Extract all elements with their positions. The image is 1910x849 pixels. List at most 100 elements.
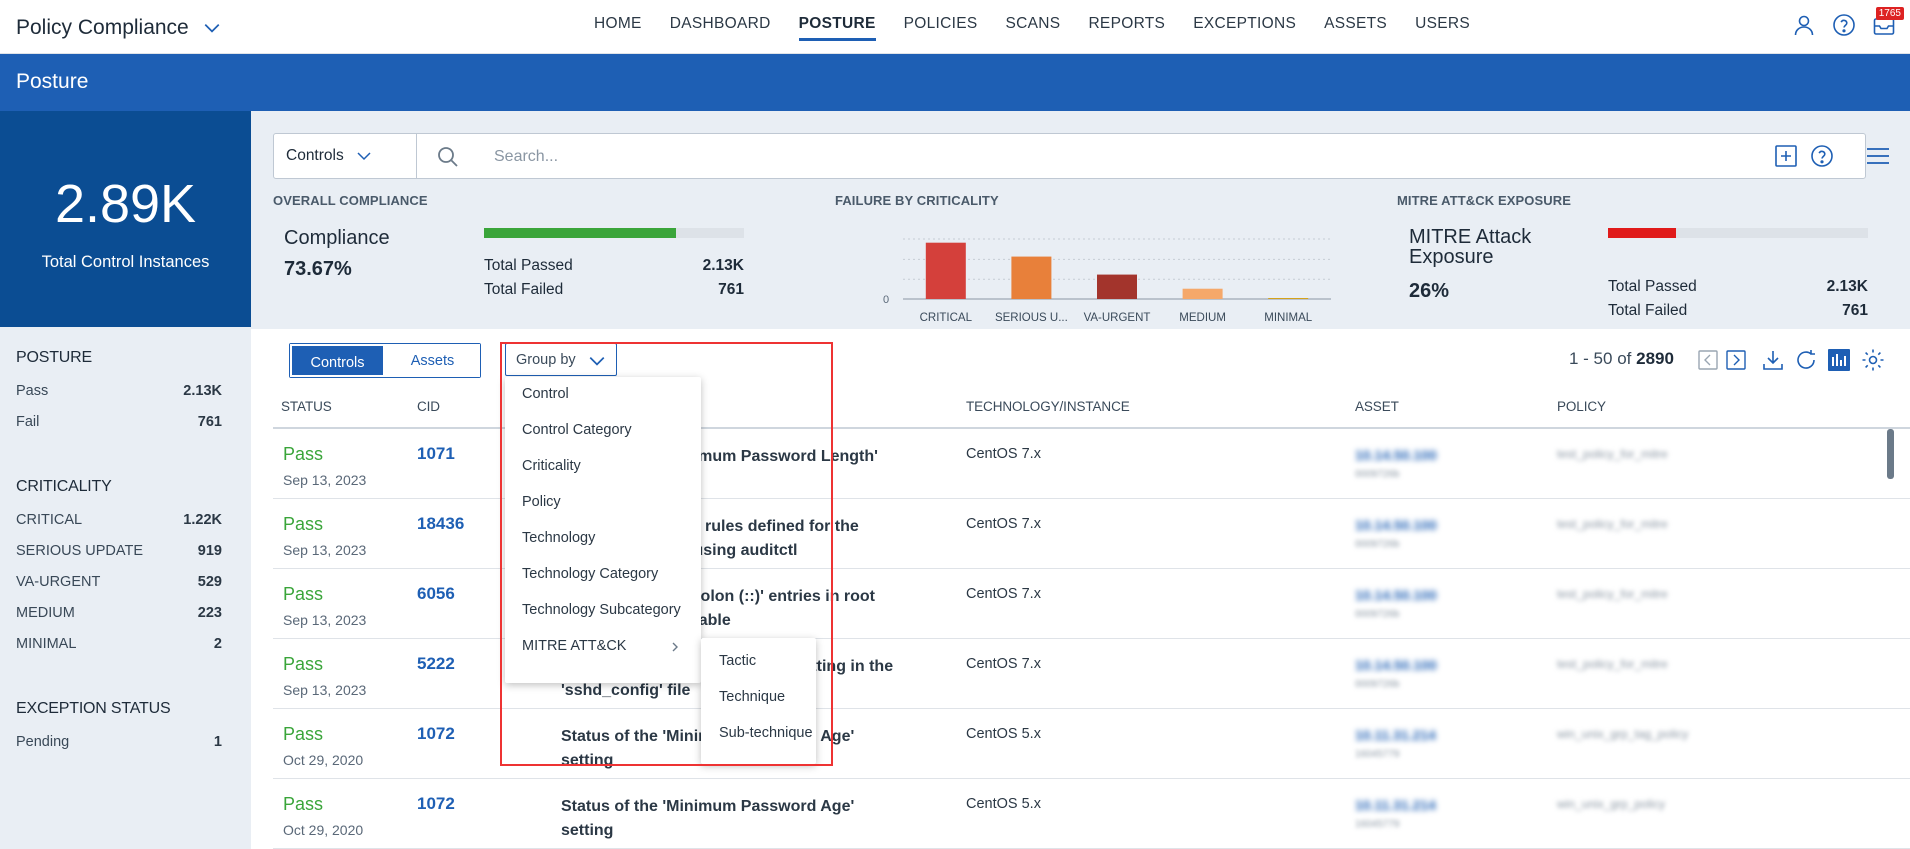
tab-controls[interactable]: Controls — [290, 344, 385, 377]
row-technology: CentOS 7.x — [966, 586, 1041, 602]
row-technology: CentOS 5.x — [966, 796, 1041, 812]
y-tick-label: 0 — [883, 294, 889, 306]
row-technology: CentOS 7.x — [966, 656, 1041, 672]
table-row[interactable]: Pass Oct 29, 2020 1072 Status of the 'Minim… — [273, 779, 1910, 849]
row-status: Pass — [283, 444, 324, 464]
row-asset-id: 0009726b — [1355, 609, 1400, 620]
row-status: Pass — [283, 654, 324, 674]
row-policy[interactable]: win_unix_grp_policy — [1557, 797, 1665, 811]
row-policy[interactable]: test_policy_for_mitre — [1557, 517, 1668, 531]
hamburger-menu-icon[interactable] — [1865, 144, 1891, 168]
filter-va-urgent[interactable]: VA-URGENT 529 — [16, 574, 222, 605]
exception-filter: EXCEPTION STATUS Pending 1 — [16, 700, 222, 765]
mitre-progress-fill — [1608, 228, 1676, 238]
add-filter-icon[interactable] — [1774, 144, 1798, 168]
nav-dashboard[interactable]: DASHBOARD — [656, 0, 785, 54]
row-date: Sep 13, 2023 — [283, 472, 367, 488]
row-cid-link[interactable]: 5222 — [417, 654, 455, 674]
row-cid-link[interactable]: 1072 — [417, 794, 455, 814]
search-scope-select[interactable]: Controls — [274, 134, 417, 178]
col-technology[interactable]: TECHNOLOGY/INSTANCE — [966, 399, 1130, 414]
page-banner: Posture — [0, 54, 1910, 111]
nav-exceptions[interactable]: EXCEPTIONS — [1179, 0, 1310, 54]
top-bar: Policy Compliance HOME DASHBOARD POSTURE… — [0, 0, 1910, 54]
user-icon[interactable] — [1792, 13, 1818, 39]
chevron-down-icon — [204, 24, 220, 33]
download-icon[interactable] — [1761, 348, 1785, 372]
row-status: Pass — [283, 514, 324, 534]
posture-heading: POSTURE — [16, 349, 92, 366]
search-bar: Controls — [273, 133, 1866, 179]
chart-view-icon[interactable] — [1827, 348, 1851, 372]
row-policy[interactable]: test_policy_for_mitre — [1557, 587, 1668, 601]
mitre-exposure-heading: MITRE ATT&CK EXPOSURE — [1397, 193, 1571, 208]
filter-medium[interactable]: MEDIUM 223 — [16, 605, 222, 636]
failure-criticality-chart: 0 CRITICAL SERIOUS U... VA-URGENT MEDIUM MINI… — [883, 238, 1331, 321]
compliance-passed: Total Passed 2.13K — [484, 257, 744, 274]
filter-pending[interactable]: Pending 1 — [16, 734, 222, 765]
row-asset-link[interactable]: 10.14.50.100 — [1355, 657, 1437, 673]
tab-assets[interactable]: Assets — [385, 344, 480, 377]
row-asset-link[interactable]: 10.14.50.100 — [1355, 587, 1437, 603]
row-asset-link[interactable]: 10.11.31.214 — [1355, 797, 1436, 813]
row-technology: CentOS 5.x — [966, 726, 1041, 742]
filter-pass[interactable]: Pass 2.13K — [16, 383, 222, 414]
col-cid[interactable]: CID — [417, 399, 440, 414]
filter-serious-update[interactable]: SERIOUS UPDATE 919 — [16, 543, 222, 574]
x-tick-label: MINIMAL — [1264, 312, 1313, 321]
row-date: Oct 29, 2020 — [283, 822, 364, 838]
row-asset-link[interactable]: 10.14.50.100 — [1355, 517, 1437, 533]
nav-policies[interactable]: POLICIES — [890, 0, 992, 54]
row-cid-link[interactable]: 1072 — [417, 724, 455, 744]
kpi-label: Total Control Instances — [41, 253, 210, 271]
help-icon[interactable] — [1832, 13, 1858, 39]
exception-heading: EXCEPTION STATUS — [16, 700, 171, 717]
prev-page-icon[interactable] — [1698, 350, 1718, 370]
nav-users[interactable]: USERS — [1401, 0, 1484, 54]
search-input[interactable] — [494, 145, 1594, 169]
failure-criticality-heading: FAILURE BY CRITICALITY — [835, 193, 999, 208]
row-asset-id: 0009726b — [1355, 539, 1400, 550]
table-scrollbar[interactable] — [1887, 429, 1894, 479]
main-nav: HOME DASHBOARD POSTURE POLICIES SCANS RE… — [580, 0, 1484, 54]
refresh-icon[interactable] — [1794, 348, 1818, 372]
app-switcher[interactable]: Policy Compliance — [16, 16, 221, 40]
row-cid-link[interactable]: 1071 — [417, 444, 455, 464]
search-help-icon[interactable] — [1810, 144, 1834, 168]
chevron-down-icon — [357, 152, 371, 161]
nav-reports[interactable]: REPORTS — [1074, 0, 1179, 54]
compliance-failed: Total Failed 761 — [484, 281, 744, 298]
mitre-failed: Total Failed 761 — [1608, 302, 1868, 319]
overall-compliance-heading: OVERALL COMPLIANCE — [273, 193, 428, 208]
filter-critical[interactable]: CRITICAL 1.22K — [16, 512, 222, 543]
row-policy[interactable]: test_policy_for_mitre — [1557, 447, 1668, 461]
pagination-info: 1 - 50 of 2890 — [1569, 349, 1674, 368]
row-date: Sep 13, 2023 — [283, 542, 367, 558]
row-control[interactable]: Status of the 'Minimum Password Age' set… — [561, 795, 901, 843]
row-asset-link[interactable]: 10.11.31.214 — [1355, 727, 1436, 743]
row-cid-link[interactable]: 18436 — [417, 514, 464, 534]
nav-posture[interactable]: POSTURE — [785, 0, 890, 54]
filter-minimal[interactable]: MINIMAL 2 — [16, 636, 222, 667]
nav-assets[interactable]: ASSETS — [1310, 0, 1401, 54]
col-asset[interactable]: ASSET — [1355, 399, 1399, 414]
next-page-icon[interactable] — [1726, 350, 1746, 370]
row-cid-link[interactable]: 6056 — [417, 584, 455, 604]
row-date: Sep 13, 2023 — [283, 612, 367, 628]
posture-filter: POSTURE Pass 2.13K Fail 761 — [16, 349, 222, 445]
row-policy[interactable]: win_unix_grp_tag_policy — [1557, 727, 1688, 741]
filter-fail[interactable]: Fail 761 — [16, 414, 222, 445]
notifications-icon[interactable]: 1765 — [1872, 7, 1904, 39]
col-policy[interactable]: POLICY — [1557, 399, 1606, 414]
nav-home[interactable]: HOME — [580, 0, 656, 54]
x-tick-label: VA-URGENT — [1084, 312, 1151, 321]
settings-gear-icon[interactable] — [1861, 348, 1885, 372]
row-policy[interactable]: test_policy_for_mitre — [1557, 657, 1668, 671]
highlight-box — [500, 342, 833, 766]
x-tick-label: MEDIUM — [1179, 312, 1226, 321]
nav-scans[interactable]: SCANS — [992, 0, 1075, 54]
col-status[interactable]: STATUS — [281, 399, 332, 414]
row-asset-link[interactable]: 10.14.50.100 — [1355, 447, 1437, 463]
mitre-label: MITRE Attack Exposure — [1409, 226, 1532, 268]
row-technology: CentOS 7.x — [966, 516, 1041, 532]
